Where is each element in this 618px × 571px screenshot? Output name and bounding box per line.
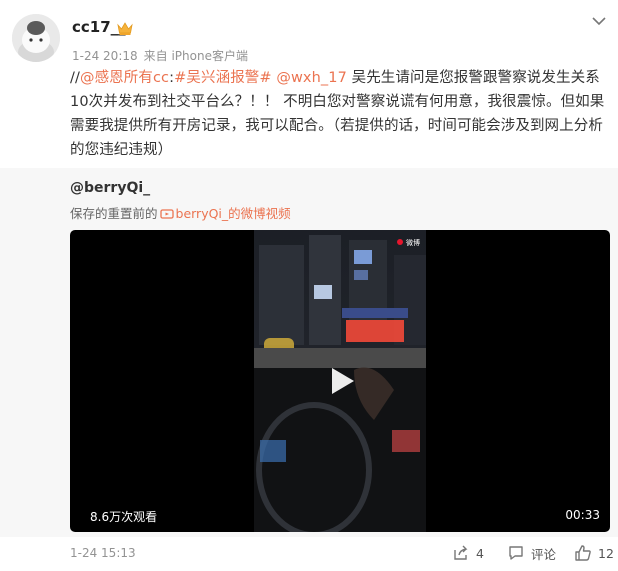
- repost-card: @berryQi_ 保存的重置前的 berryQi_的微博视频 微博 8.6万次…: [0, 168, 618, 537]
- post-source: 来自 iPhone客户端: [143, 49, 248, 63]
- post-meta: 1-24 20:18 来自 iPhone客户端: [72, 47, 248, 64]
- play-icon[interactable]: [324, 364, 358, 398]
- view-count: 8.6万次观看: [90, 510, 158, 524]
- share-icon: [454, 545, 468, 560]
- mention-link-wxh[interactable]: @wxh_17: [276, 70, 347, 86]
- avatar[interactable]: [12, 14, 60, 62]
- share-count: 4: [476, 545, 484, 561]
- weibo-post: cc17__ 1-24 20:18 来自 iPhone客户端 //@感恩所有cc:…: [0, 0, 618, 571]
- video-link-icon: [159, 209, 174, 219]
- comment-icon: [509, 546, 523, 560]
- crown-icon: [117, 22, 133, 35]
- like-count: 12: [598, 545, 614, 561]
- comment-label: 评论: [531, 546, 557, 562]
- hashtag-link[interactable]: #吴兴涵报警#: [174, 70, 272, 86]
- post-text: //@感恩所有cc:#吴兴涵报警# @wxh_17 吴先生请问是您报警跟警察说发…: [70, 66, 610, 162]
- saved-prefix: 保存的重置前的: [70, 206, 158, 221]
- footer-time[interactable]: 1-24 15:13: [70, 546, 136, 560]
- video-player[interactable]: 微博 8.6万次观看 00:33: [70, 230, 610, 532]
- repost-prefix: //: [70, 70, 80, 86]
- chevron-down-icon[interactable]: [590, 14, 608, 28]
- video-link[interactable]: berryQi_的微博视频: [176, 206, 291, 221]
- repost-username[interactable]: @berryQi_: [70, 180, 150, 196]
- video-watermark: 微博: [406, 238, 420, 247]
- like-button[interactable]: 12: [574, 543, 614, 563]
- mention-link[interactable]: @感恩所有cc: [80, 70, 169, 86]
- share-button[interactable]: 4: [452, 543, 484, 563]
- video-duration: 00:33: [565, 508, 600, 522]
- like-icon: [575, 545, 591, 561]
- comment-button[interactable]: 评论: [507, 543, 556, 563]
- repost-caption: 保存的重置前的 berryQi_的微博视频: [70, 203, 291, 222]
- post-time[interactable]: 1-24 20:18: [72, 49, 138, 63]
